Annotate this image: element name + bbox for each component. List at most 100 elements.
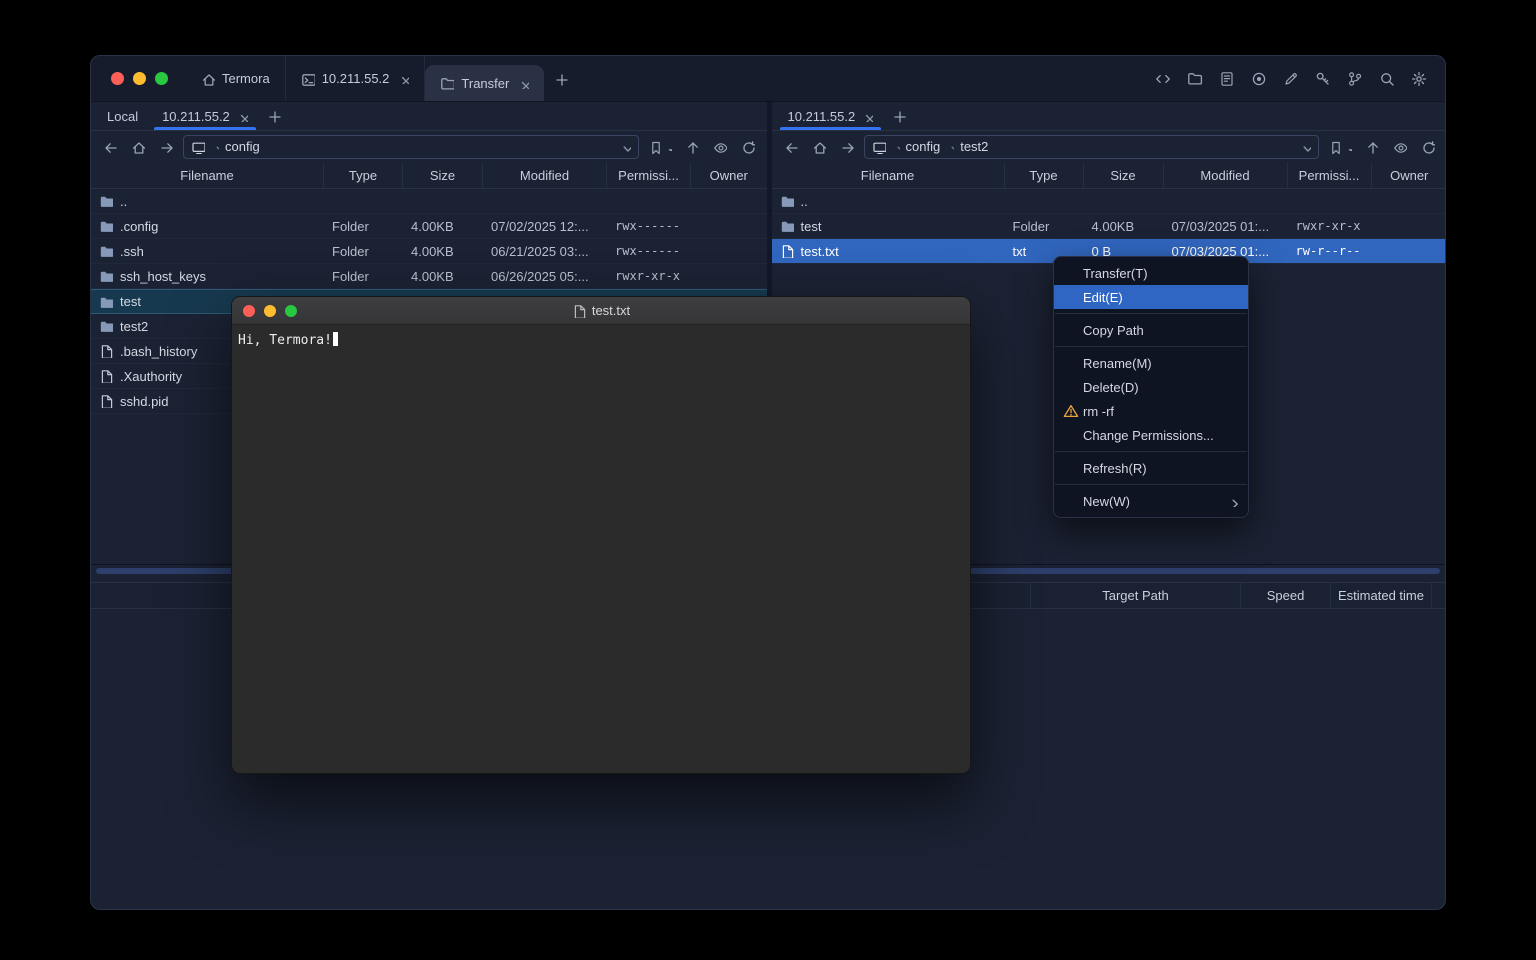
menu-item-copy-path[interactable]: Copy Path: [1054, 318, 1248, 342]
refresh-button[interactable]: [1417, 136, 1439, 158]
file-icon: [99, 394, 113, 408]
column-header-size[interactable]: Size: [403, 162, 483, 188]
file-name: test.txt: [801, 244, 839, 259]
path-bar[interactable]: config test2: [864, 135, 1320, 159]
editor-titlebar[interactable]: test.txt: [232, 297, 970, 325]
forward-button[interactable]: [836, 136, 858, 158]
menu-item-change-permissions[interactable]: Change Permissions...: [1054, 423, 1248, 447]
file-row-ssh[interactable]: .ssh Folder 4.00KB 06/21/2025 03:... rwx…: [91, 239, 767, 264]
new-tab-button[interactable]: [544, 56, 578, 101]
breadcrumb-segment[interactable]: config: [906, 139, 941, 154]
column-header-owner[interactable]: Owner: [691, 162, 767, 188]
tab-local[interactable]: Local: [95, 102, 150, 130]
add-panel-tab-button[interactable]: [885, 102, 913, 130]
tab-transfer[interactable]: Transfer: [425, 65, 544, 101]
folder-icon: [99, 269, 113, 283]
file-name: .config: [120, 219, 158, 234]
tab-termora[interactable]: Termora: [186, 56, 286, 101]
forward-button[interactable]: [155, 136, 177, 158]
close-tab-icon[interactable]: [862, 111, 873, 122]
menu-item-edit[interactable]: Edit(E): [1054, 285, 1248, 309]
breadcrumb-segment[interactable]: config: [225, 139, 260, 154]
close-window-button[interactable]: [243, 305, 255, 317]
folder-icon: [780, 194, 794, 208]
menu-item-rm-rf[interactable]: rm -rf: [1054, 399, 1248, 423]
close-tab-icon[interactable]: [237, 111, 248, 122]
home-button[interactable]: [808, 136, 830, 158]
column-header-permissions[interactable]: Permissi...: [607, 162, 691, 188]
code-icon[interactable]: [1151, 67, 1175, 91]
log-icon[interactable]: [1215, 67, 1239, 91]
menu-item-rename[interactable]: Rename(M): [1054, 351, 1248, 375]
path-dropdown-icon[interactable]: [620, 141, 631, 152]
menu-item-new[interactable]: New(W): [1054, 489, 1248, 513]
file-name: test: [801, 219, 822, 234]
file-row-config[interactable]: .config Folder 4.00KB 07/02/2025 12:... …: [91, 214, 767, 239]
menu-separator: [1055, 346, 1247, 347]
column-header-estimated-time[interactable]: Estimated time: [1331, 583, 1432, 608]
show-hidden-button[interactable]: [1389, 136, 1411, 158]
key-icon[interactable]: [1311, 67, 1335, 91]
refresh-button[interactable]: [737, 136, 759, 158]
computer-icon: [872, 140, 886, 154]
submenu-chevron-icon: [1227, 496, 1238, 507]
close-tab-icon[interactable]: [518, 78, 529, 89]
folder-icon: [99, 319, 113, 333]
column-header-owner[interactable]: Owner: [1372, 162, 1447, 188]
editor-content[interactable]: Hi, Termora!: [232, 325, 970, 356]
upload-button[interactable]: [1361, 136, 1383, 158]
bookmark-icon: [648, 140, 662, 154]
zoom-window-button[interactable]: [285, 305, 297, 317]
back-button[interactable]: [780, 136, 802, 158]
tab-remote-session[interactable]: 10.211.55.2: [776, 102, 886, 130]
column-header-speed[interactable]: Speed: [1241, 583, 1331, 608]
branch-icon[interactable]: [1343, 67, 1367, 91]
folder-icon[interactable]: [1183, 67, 1207, 91]
menu-item-transfer[interactable]: Transfer(T): [1054, 261, 1248, 285]
column-header-type[interactable]: Type: [1005, 162, 1084, 188]
upload-button[interactable]: [681, 136, 703, 158]
file-name: .bash_history: [120, 344, 197, 359]
column-header-modified[interactable]: Modified: [483, 162, 607, 188]
column-header-filename[interactable]: Filename: [91, 162, 324, 188]
table-header: Filename Type Size Modified Permissi... …: [91, 162, 767, 189]
breadcrumb-segment[interactable]: test2: [960, 139, 988, 154]
bookmark-button[interactable]: [1325, 140, 1355, 154]
minimize-window-button[interactable]: [264, 305, 276, 317]
tab-ssh-session[interactable]: 10.211.55.2: [286, 56, 426, 101]
column-header-permissions[interactable]: Permissi...: [1288, 162, 1372, 188]
bookmark-button[interactable]: [645, 140, 675, 154]
close-window-button[interactable]: [111, 72, 124, 85]
column-header-type[interactable]: Type: [324, 162, 403, 188]
window-controls: [91, 56, 186, 101]
menu-item-refresh[interactable]: Refresh(R): [1054, 456, 1248, 480]
bookmark-icon: [1328, 140, 1342, 154]
settings-icon[interactable]: [1407, 67, 1431, 91]
left-toolbar: config: [91, 131, 767, 162]
column-header-size[interactable]: Size: [1084, 162, 1164, 188]
pencil-icon[interactable]: [1279, 67, 1303, 91]
record-icon[interactable]: [1247, 67, 1271, 91]
folder-icon: [440, 76, 454, 90]
minimize-window-button[interactable]: [133, 72, 146, 85]
file-row-test[interactable]: test Folder 4.00KB 07/03/2025 01:... rwx…: [772, 214, 1447, 239]
close-tab-icon[interactable]: [398, 73, 409, 84]
titlebar-actions: [1151, 56, 1445, 101]
add-panel-tab-button[interactable]: [260, 102, 288, 130]
menu-item-delete[interactable]: Delete(D): [1054, 375, 1248, 399]
file-row-ssh-host-keys[interactable]: ssh_host_keys Folder 4.00KB 06/26/2025 0…: [91, 264, 767, 289]
menu-separator: [1055, 484, 1247, 485]
path-dropdown-icon[interactable]: [1300, 141, 1311, 152]
file-row-parent-dir[interactable]: ..: [772, 189, 1447, 214]
column-header-modified[interactable]: Modified: [1164, 162, 1288, 188]
tab-remote-session[interactable]: 10.211.55.2: [150, 102, 260, 130]
back-button[interactable]: [99, 136, 121, 158]
show-hidden-button[interactable]: [709, 136, 731, 158]
column-header-filename[interactable]: Filename: [772, 162, 1005, 188]
file-row-parent-dir[interactable]: ..: [91, 189, 767, 214]
zoom-window-button[interactable]: [155, 72, 168, 85]
column-header-target-path[interactable]: Target Path: [1031, 583, 1241, 608]
search-icon[interactable]: [1375, 67, 1399, 91]
path-bar[interactable]: config: [183, 135, 639, 159]
home-button[interactable]: [127, 136, 149, 158]
